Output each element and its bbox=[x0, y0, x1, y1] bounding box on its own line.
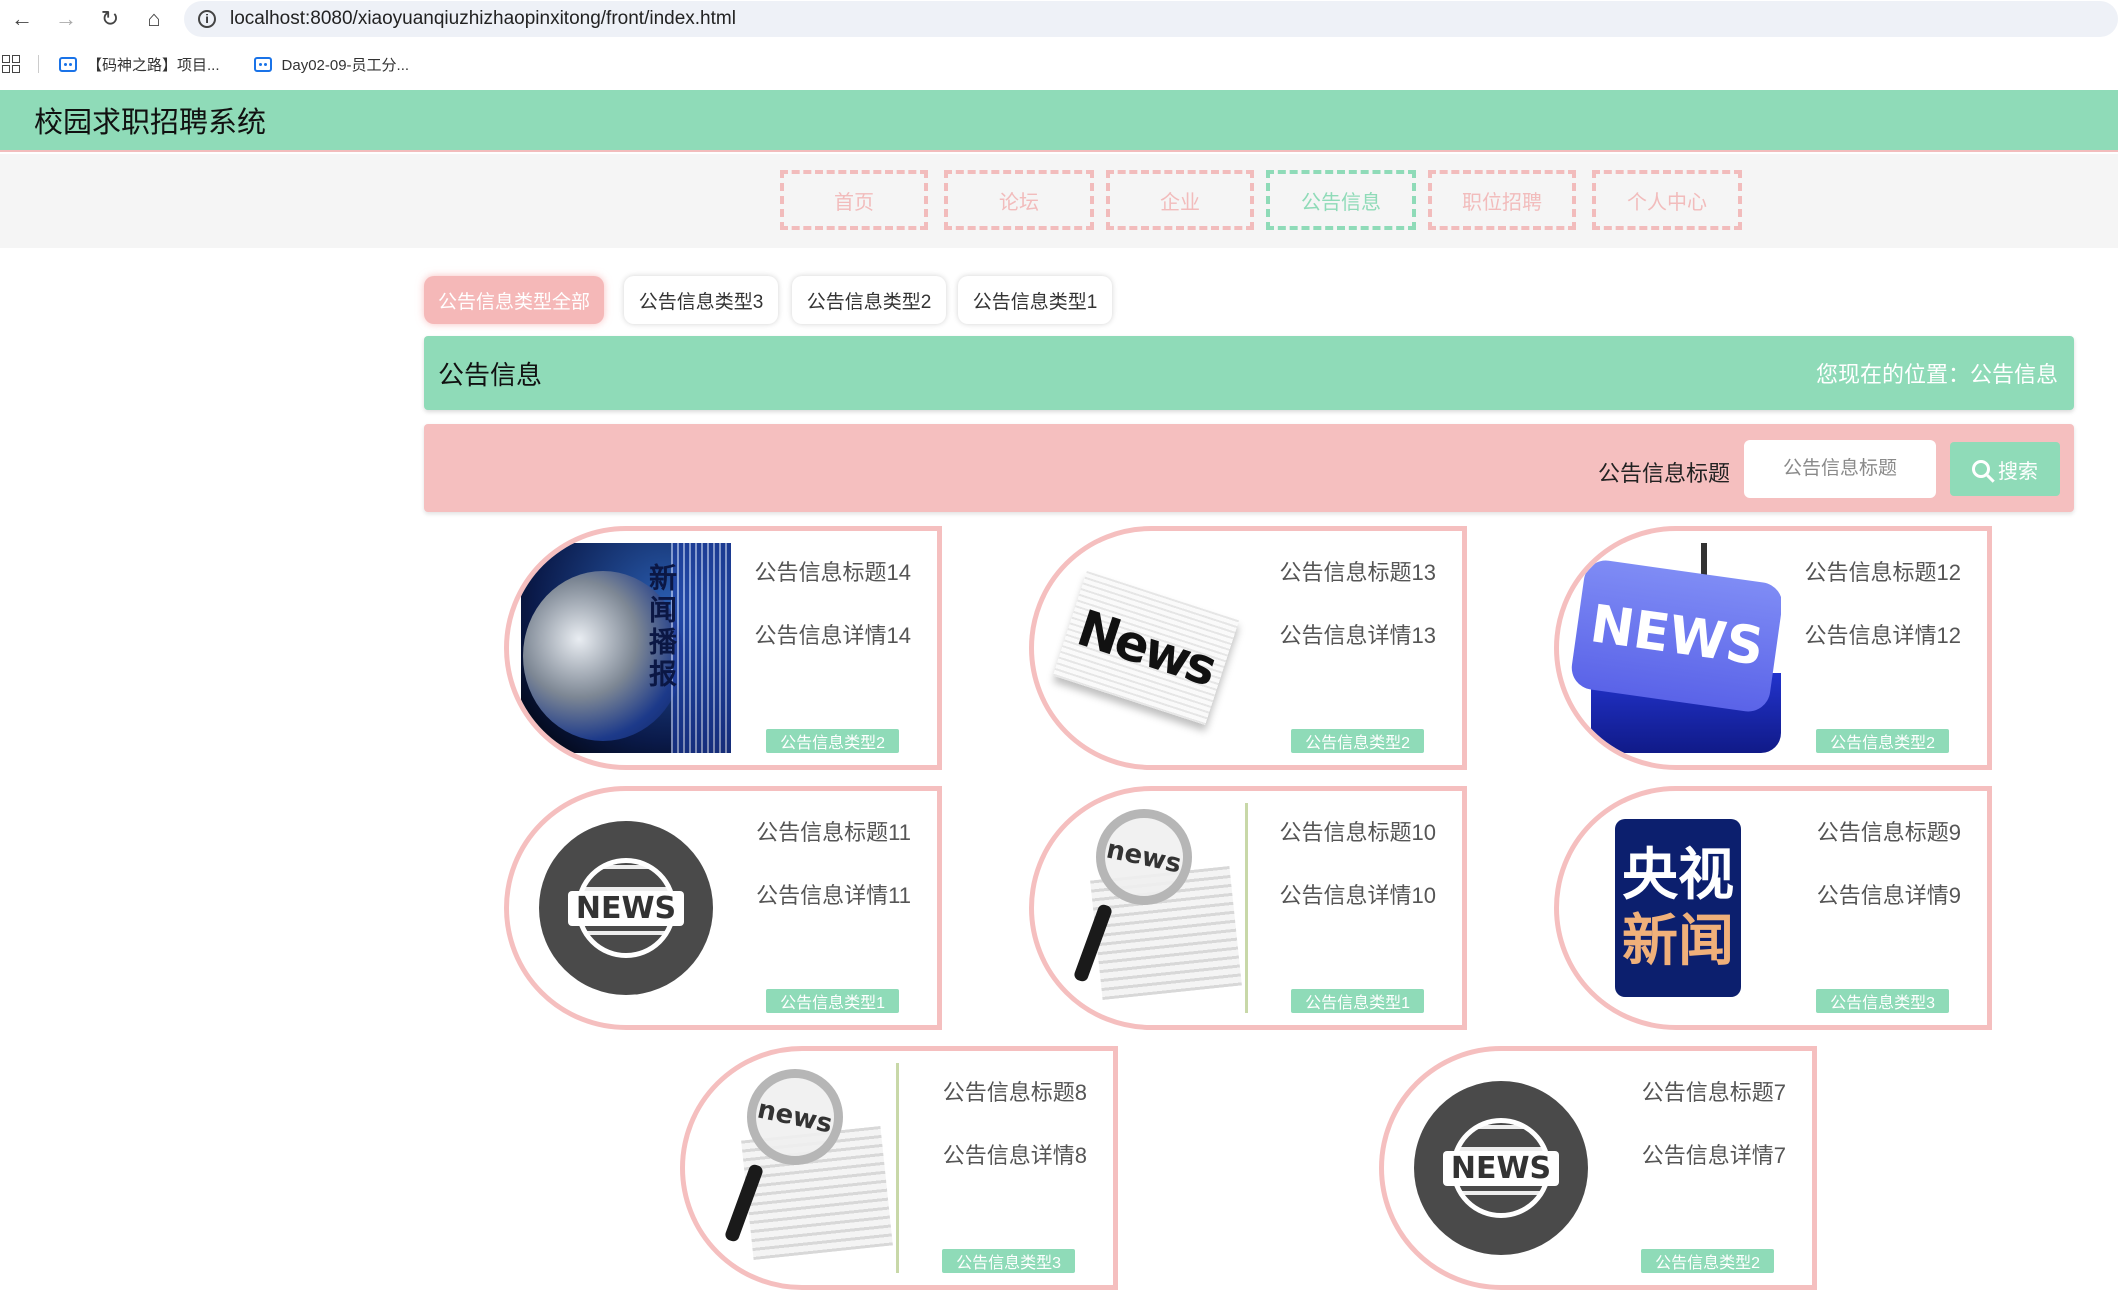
card-title: 公告信息标题11 bbox=[756, 820, 911, 845]
bilibili-icon bbox=[253, 56, 272, 72]
card-detail: 公告信息详情7 bbox=[1641, 1143, 1786, 1168]
notice-card[interactable]: news 公告信息标题8 公告信息详情8 公告信息类型3 bbox=[680, 1046, 1118, 1290]
card-title: 公告信息标题8 bbox=[942, 1080, 1087, 1105]
back-arrow-icon[interactable]: ← bbox=[0, 0, 44, 38]
bookmarks-divider bbox=[38, 55, 39, 73]
nav-forum[interactable]: 论坛 bbox=[944, 170, 1094, 230]
nav-home[interactable]: 首页 bbox=[780, 170, 928, 230]
notice-card[interactable]: News 公告信息标题13 公告信息详情13 公告信息类型2 bbox=[1029, 526, 1467, 770]
type-filter-all[interactable]: 公告信息类型全部 bbox=[424, 276, 604, 324]
card-type-tag: 公告信息类型2 bbox=[766, 729, 899, 753]
notice-card[interactable]: 央视 新闻 公告信息标题9 公告信息详情9 公告信息类型3 bbox=[1554, 786, 1992, 1030]
card-type-tag: 公告信息类型3 bbox=[942, 1249, 1075, 1273]
cctv-news-logo: 央视 新闻 bbox=[1571, 803, 1781, 1013]
card-title: 公告信息标题7 bbox=[1641, 1080, 1786, 1105]
magnifier-news-image: news bbox=[1046, 803, 1256, 1013]
card-title: 公告信息标题9 bbox=[1816, 820, 1961, 845]
section-header: 公告信息 您现在的位置：公告信息 bbox=[424, 336, 2074, 410]
card-title: 公告信息标题10 bbox=[1279, 820, 1436, 845]
news-circle-image: NEWS bbox=[521, 803, 731, 1013]
search-bar: 公告信息标题 搜索 bbox=[424, 424, 2074, 512]
search-icon bbox=[1972, 460, 1990, 478]
notice-card[interactable]: 新闻播报 公告信息标题14 公告信息详情14 公告信息类型2 bbox=[504, 526, 942, 770]
card-detail: 公告信息详情13 bbox=[1279, 623, 1436, 648]
bookmark-label: Day02-09-员工分... bbox=[281, 56, 410, 74]
card-detail: 公告信息详情11 bbox=[756, 883, 911, 908]
search-input[interactable] bbox=[1744, 440, 1936, 498]
search-label: 公告信息标题 bbox=[1597, 461, 1730, 486]
home-icon[interactable]: ⌂ bbox=[132, 0, 176, 38]
card-detail: 公告信息详情10 bbox=[1279, 883, 1436, 908]
section-title: 公告信息 bbox=[438, 359, 543, 390]
card-detail: 公告信息详情9 bbox=[1816, 883, 1961, 908]
card-type-tag: 公告信息类型2 bbox=[1641, 1249, 1774, 1273]
main-nav: 首页 论坛 企业 公告信息 职位招聘 个人中心 bbox=[0, 154, 2118, 248]
url-text: localhost:8080/xiaoyuanqiuzhizhaopinxito… bbox=[230, 8, 736, 29]
search-button[interactable]: 搜索 bbox=[1950, 442, 2060, 496]
globe-news-image: 新闻播报 bbox=[521, 543, 731, 753]
app-title: 校园求职招聘系统 bbox=[34, 107, 267, 139]
bookmarks-bar: 【码神之路】项目... Day02-09-员工分... bbox=[0, 46, 2118, 82]
notice-card[interactable]: NEWS 公告信息标题12 公告信息详情12 公告信息类型2 bbox=[1554, 526, 1992, 770]
card-type-tag: 公告信息类型2 bbox=[1291, 729, 1424, 753]
newspaper-image: News bbox=[1046, 543, 1256, 753]
bilibili-icon bbox=[59, 56, 77, 72]
search-button-label: 搜索 bbox=[1998, 460, 2038, 483]
nav-profile[interactable]: 个人中心 bbox=[1592, 170, 1742, 230]
apps-grid-icon[interactable] bbox=[2, 55, 20, 73]
type-filter-2[interactable]: 公告信息类型2 bbox=[792, 276, 946, 324]
card-title: 公告信息标题14 bbox=[754, 560, 911, 585]
nav-notice[interactable]: 公告信息 bbox=[1266, 170, 1416, 230]
notice-card[interactable]: NEWS 公告信息标题7 公告信息详情7 公告信息类型2 bbox=[1379, 1046, 1817, 1290]
card-title: 公告信息标题12 bbox=[1804, 560, 1961, 585]
card-detail: 公告信息详情8 bbox=[942, 1143, 1087, 1168]
magnifier-news-image: news bbox=[697, 1063, 907, 1273]
browser-address-bar: ← → ↻ ⌂ i localhost:8080/xiaoyuanqiuzhiz… bbox=[0, 0, 2118, 38]
site-info-icon[interactable]: i bbox=[198, 10, 216, 28]
bookmark-item[interactable]: 【码神之路】项目... bbox=[59, 54, 220, 75]
news-circle-image: NEWS bbox=[1396, 1063, 1606, 1273]
nav-company[interactable]: 企业 bbox=[1106, 170, 1254, 230]
news-key-image: NEWS bbox=[1571, 543, 1781, 753]
app-header: 校园求职招聘系统 bbox=[0, 90, 2118, 152]
card-detail: 公告信息详情12 bbox=[1804, 623, 1961, 648]
bookmark-label: 【码神之路】项目... bbox=[87, 56, 220, 74]
notice-card[interactable]: news 公告信息标题10 公告信息详情10 公告信息类型1 bbox=[1029, 786, 1467, 1030]
bookmark-item[interactable]: Day02-09-员工分... bbox=[253, 54, 410, 75]
url-field[interactable]: i localhost:8080/xiaoyuanqiuzhizhaopinxi… bbox=[184, 1, 2118, 37]
card-type-tag: 公告信息类型2 bbox=[1816, 729, 1949, 753]
forward-arrow-icon[interactable]: → bbox=[44, 0, 88, 38]
card-type-tag: 公告信息类型3 bbox=[1816, 989, 1949, 1013]
card-type-tag: 公告信息类型1 bbox=[766, 989, 899, 1013]
reload-icon[interactable]: ↻ bbox=[88, 0, 132, 38]
breadcrumb: 您现在的位置：公告信息 bbox=[1815, 362, 2058, 387]
type-filter-3[interactable]: 公告信息类型3 bbox=[624, 276, 778, 324]
card-detail: 公告信息详情14 bbox=[754, 623, 911, 648]
notice-card[interactable]: NEWS 公告信息标题11 公告信息详情11 公告信息类型1 bbox=[504, 786, 942, 1030]
card-title: 公告信息标题13 bbox=[1279, 560, 1436, 585]
type-filter-1[interactable]: 公告信息类型1 bbox=[958, 276, 1112, 324]
card-type-tag: 公告信息类型1 bbox=[1291, 989, 1424, 1013]
nav-jobs[interactable]: 职位招聘 bbox=[1428, 170, 1576, 230]
